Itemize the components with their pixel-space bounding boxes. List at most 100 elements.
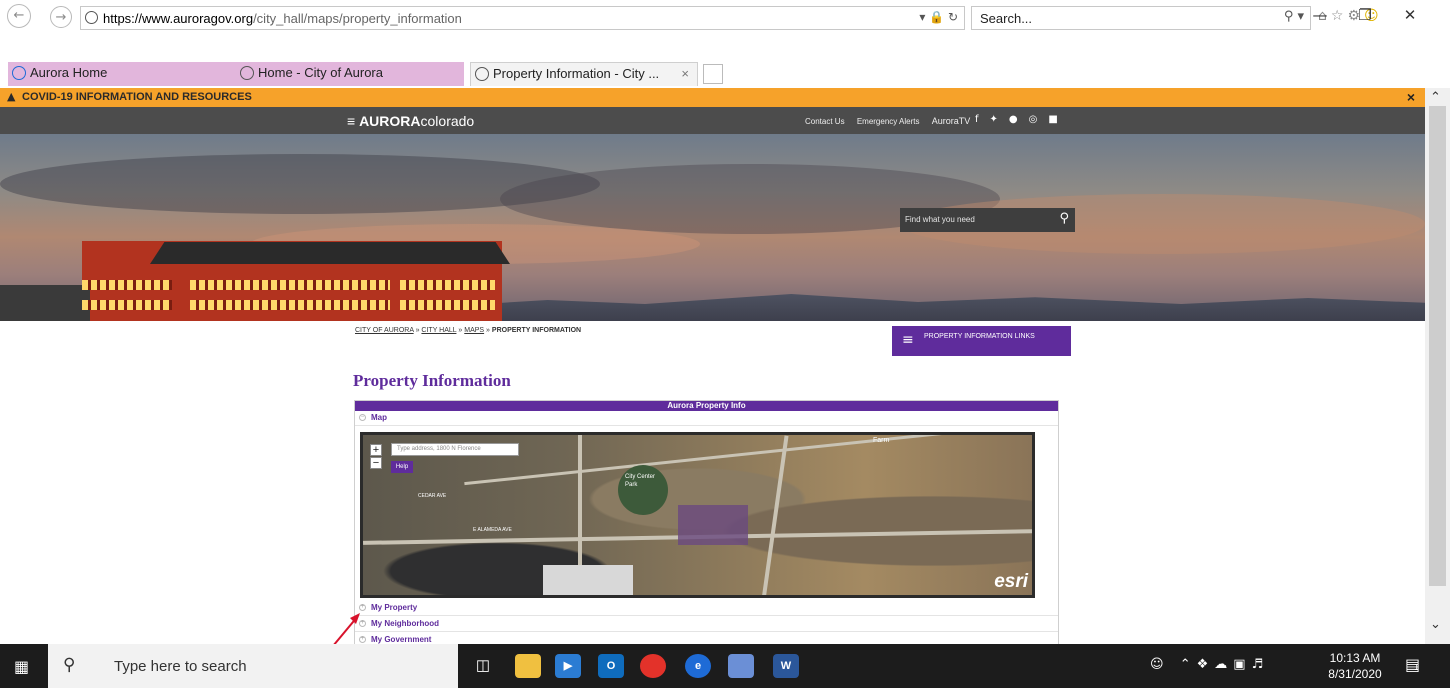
snipping-tool-icon[interactable]: [728, 654, 754, 678]
map-help-button[interactable]: Help: [391, 461, 413, 473]
section-my-property[interactable]: + My Property: [355, 601, 1058, 616]
property-map[interactable]: Farm City Center Park E ALAMEDA AVE CEDA…: [360, 432, 1035, 598]
breadcrumb-separator: »: [486, 327, 490, 334]
minimize-button[interactable]: —: [1300, 4, 1340, 26]
forward-button[interactable]: →: [50, 6, 72, 28]
new-tab-button[interactable]: [703, 64, 723, 84]
tab-aurora-home[interactable]: Aurora Home: [8, 62, 236, 86]
show-hidden-icons-icon[interactable]: ⌃: [1180, 657, 1197, 672]
windows-start-icon[interactable]: ▦: [14, 657, 29, 676]
map-label-farm: Farm: [873, 437, 890, 444]
globe-icon: [475, 67, 489, 81]
widget-header: Aurora Property Info: [355, 401, 1058, 411]
auroratv-link[interactable]: AuroraTV: [932, 116, 971, 126]
breadcrumb-city-hall[interactable]: CITY HALL: [421, 327, 456, 334]
search-icon: ⚲: [63, 655, 76, 675]
section-map[interactable]: − Map: [355, 411, 1058, 426]
scroll-down-icon[interactable]: ⌄: [1430, 617, 1441, 632]
address-tools-icon[interactable]: ▾ 🔒 ↻: [919, 10, 958, 24]
instagram-icon[interactable]: ◎: [1029, 114, 1049, 125]
top-links: Contact Us Emergency Alerts AuroraTV: [805, 116, 980, 126]
action-center-icon[interactable]: ▤ 1: [1405, 655, 1420, 674]
internet-explorer-icon[interactable]: e: [685, 654, 711, 678]
site-search-input[interactable]: Find what you need ⚲: [900, 208, 1075, 232]
scroll-thumb[interactable]: [1429, 106, 1446, 586]
covid-alert-text[interactable]: COVID-19 INFORMATION AND RESOURCES: [22, 91, 252, 103]
search-icon[interactable]: ⚲: [1059, 211, 1069, 226]
map-label-alameda: E ALAMEDA AVE: [473, 527, 512, 533]
esri-logo: esri: [994, 571, 1028, 592]
building-area: [543, 565, 633, 595]
people-icon[interactable]: ☺: [1150, 657, 1170, 672]
file-explorer-icon[interactable]: [515, 654, 541, 678]
map-label-park: City Center Park: [625, 474, 656, 488]
zoom-in-button[interactable]: +: [370, 444, 382, 456]
windows-taskbar: ▦ ⚲ Type here to search ◫ ▶ O e W ☺ ⌃❖☁▣…: [0, 644, 1450, 688]
dropbox-icon[interactable]: ❖: [1197, 657, 1215, 672]
emergency-alerts-link[interactable]: Emergency Alerts: [857, 117, 920, 126]
tab-close-icon[interactable]: ×: [681, 66, 689, 81]
onedrive-icon[interactable]: ☁: [1214, 657, 1233, 672]
brand-rest: colorado: [420, 113, 475, 129]
media-app-icon[interactable]: ▶: [555, 654, 581, 678]
browser-search-placeholder: Search...: [980, 11, 1033, 26]
twitter-icon[interactable]: ✦: [990, 114, 1009, 125]
map-address-placeholder: Type address, 1800 N Florence: [397, 446, 481, 452]
breadcrumb-city-of-aurora[interactable]: CITY OF AURORA: [355, 327, 414, 334]
taskbar-search-input[interactable]: ⚲ Type here to search: [48, 644, 458, 688]
mountains-graphic: [450, 294, 1425, 321]
section-label: Map: [371, 413, 387, 422]
contact-us-link[interactable]: Contact Us: [805, 117, 845, 126]
civic-center-area: [678, 505, 748, 545]
property-information-links-button[interactable]: ≡ PROPERTY INFORMATION LINKS: [892, 326, 1071, 356]
facebook-icon[interactable]: f: [975, 114, 990, 125]
url-text: https://www.auroragov.org/city_hall/maps…: [103, 11, 462, 26]
section-label: My Neighborhood: [371, 619, 439, 628]
social-links: f✦●◎■: [975, 114, 1069, 125]
browser-titlebar: ← → https://www.auroragov.org/city_hall/…: [0, 0, 1450, 30]
nextdoor-icon[interactable]: ●: [1009, 114, 1029, 125]
alert-close-icon[interactable]: ×: [1407, 89, 1415, 105]
browser-search-box[interactable]: Search... ⚲ ▾: [971, 6, 1311, 30]
covid-alert-bar[interactable]: ▲ COVID-19 INFORMATION AND RESOURCES ×: [0, 88, 1425, 107]
section-my-neighborhood[interactable]: + My Neighborhood: [355, 617, 1058, 632]
globe-icon: [240, 66, 254, 80]
map-label-cedar: CEDAR AVE: [418, 493, 447, 499]
notification-count: 1: [1414, 663, 1420, 672]
task-view-icon[interactable]: ◫: [470, 654, 496, 678]
zoom-out-button[interactable]: −: [370, 457, 382, 469]
tab-label: Aurora Home: [30, 65, 108, 80]
youtube-icon[interactable]: ■: [1048, 114, 1068, 125]
property-links-label: PROPERTY INFORMATION LINKS: [924, 333, 1035, 340]
clock-date: 8/31/2020: [1328, 667, 1382, 681]
building-roof: [150, 242, 510, 264]
tab-label: Home - City of Aurora: [258, 65, 383, 80]
chrome-icon[interactable]: [640, 654, 666, 678]
breadcrumb-maps[interactable]: MAPS: [464, 327, 484, 334]
outlook-icon[interactable]: O: [598, 654, 624, 678]
restore-button[interactable]: ❐: [1345, 4, 1385, 26]
map-road: [761, 435, 789, 595]
page-scrollbar[interactable]: ⌃ ⌄: [1425, 88, 1450, 644]
site-search-placeholder: Find what you need: [905, 215, 975, 224]
breadcrumb-current: PROPERTY INFORMATION: [491, 327, 582, 334]
back-button[interactable]: ←: [7, 4, 31, 28]
tab-property-information[interactable]: Property Information - City ... ×: [470, 62, 698, 86]
scroll-up-icon[interactable]: ⌃: [1430, 90, 1441, 105]
clock[interactable]: 10:13 AM 8/31/2020: [1320, 650, 1390, 682]
window-lights: [82, 280, 172, 290]
network-icon[interactable]: ▣: [1233, 657, 1251, 672]
map-address-input[interactable]: Type address, 1800 N Florence: [391, 443, 519, 456]
ie-icon: [12, 66, 26, 80]
address-bar[interactable]: https://www.auroragov.org/city_hall/maps…: [80, 6, 965, 30]
menu-icon[interactable]: ≡: [347, 113, 355, 129]
warning-icon: ▲: [7, 90, 16, 103]
site-brand[interactable]: ≡ AURORAcolorado: [347, 113, 474, 129]
word-icon[interactable]: W: [773, 654, 799, 678]
close-window-button[interactable]: ✕: [1390, 4, 1430, 26]
volume-icon[interactable]: ♬: [1252, 657, 1270, 672]
tab-city-of-aurora[interactable]: Home - City of Aurora: [236, 62, 464, 86]
breadcrumb-separator: »: [458, 327, 463, 334]
system-tray: ☺ ⌃❖☁▣♬: [1150, 657, 1269, 672]
site-globe-icon: [85, 11, 98, 24]
